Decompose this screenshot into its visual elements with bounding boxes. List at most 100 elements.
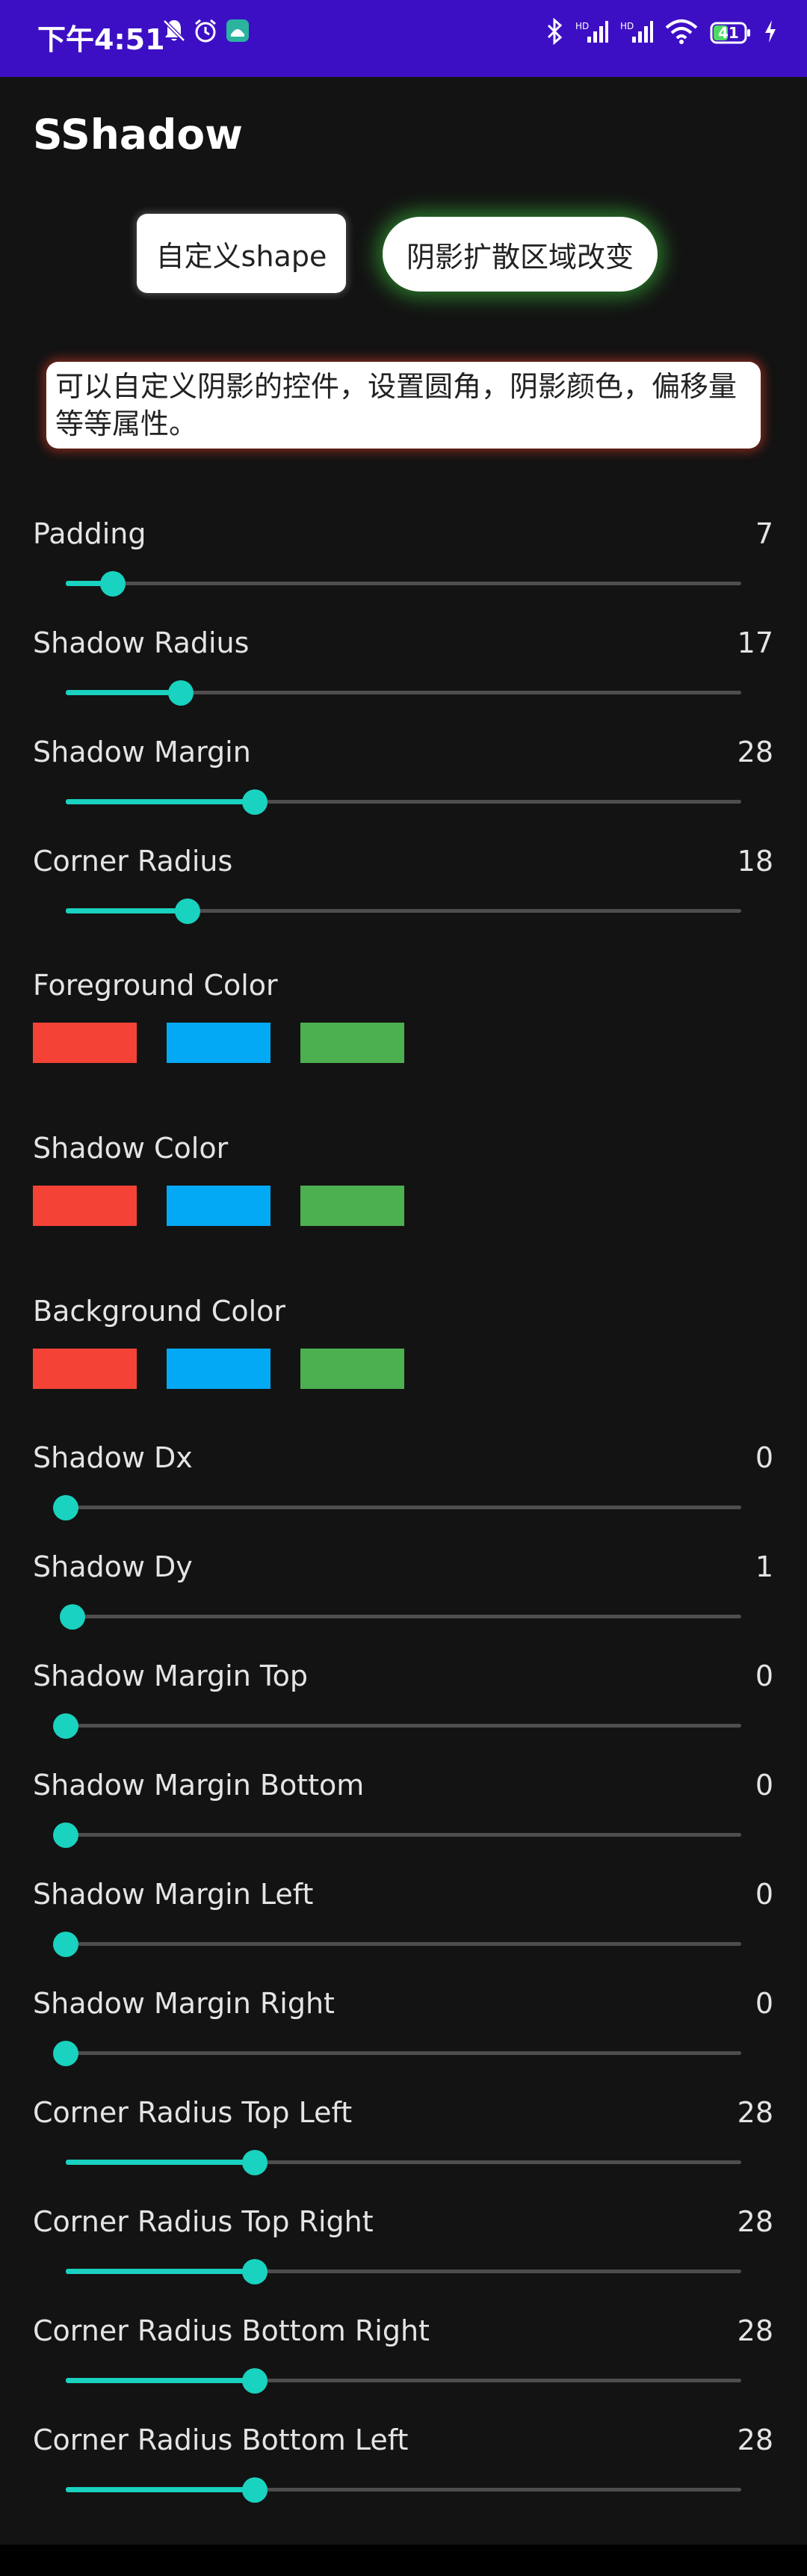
- signal-icon: HD: [575, 19, 608, 47]
- slider-fill: [66, 2487, 256, 2492]
- foreground-color-swatch-red[interactable]: [33, 1023, 137, 1063]
- shadow-color-swatch-blue[interactable]: [167, 1186, 270, 1226]
- shadow-margin-left-label: Shadow Margin Left: [33, 1878, 314, 1911]
- slider-thumb[interactable]: [53, 1713, 78, 1739]
- slider-fill: [66, 2378, 256, 2383]
- shadow-margin-bottom-value: 0: [755, 1769, 773, 1802]
- shadow-margin-right-value: 0: [755, 1987, 773, 2020]
- shadow-margin-bottom-label: Shadow Margin Bottom: [33, 1769, 365, 1802]
- slider-thumb[interactable]: [100, 571, 126, 597]
- slider-fill: [66, 690, 181, 695]
- slider-fill: [66, 2160, 256, 2165]
- battery-icon: 41: [710, 21, 752, 45]
- shadow-dx-value: 0: [755, 1441, 773, 1474]
- background-color-swatches: [33, 1349, 406, 1389]
- slider-thumb[interactable]: [242, 2477, 268, 2503]
- slider-thumb[interactable]: [60, 1604, 86, 1630]
- shadow-dy-value: 1: [755, 1550, 773, 1583]
- corner-radius-top-left-slider[interactable]: [66, 2147, 741, 2177]
- slider-fill: [66, 2269, 256, 2274]
- slider-thumb[interactable]: [53, 1932, 78, 1957]
- foreground-color-swatch-blue[interactable]: [167, 1023, 270, 1063]
- corner-radius-slider[interactable]: [66, 896, 741, 925]
- shadow-color-swatch-green[interactable]: [300, 1186, 404, 1226]
- slider-thumb[interactable]: [242, 2259, 268, 2284]
- shadow-margin-label: Shadow Margin: [33, 736, 251, 768]
- svg-text:HD: HD: [575, 21, 589, 31]
- shadow-margin-left-slider[interactable]: [53, 1929, 741, 1959]
- slider-thumb[interactable]: [174, 899, 200, 924]
- status-icons-left: [163, 18, 250, 46]
- background-color-swatch-blue[interactable]: [167, 1349, 270, 1389]
- slider-track[interactable]: [66, 1615, 741, 1618]
- shadow-dx-slider[interactable]: [53, 1492, 741, 1522]
- status-icons-right: HD HD 41: [545, 17, 777, 48]
- corner-radius-top-right-label: Corner Radius Top Right: [33, 2205, 374, 2238]
- status-time: 下午4:51: [37, 23, 165, 56]
- slider-track[interactable]: [66, 582, 741, 585]
- shadow-dy-slider[interactable]: [60, 1601, 741, 1631]
- battery-level: 41: [718, 24, 739, 42]
- app-notification-icon: [226, 19, 250, 46]
- corner-radius-top-right-value: 28: [737, 2205, 773, 2238]
- shadow-color-label: Shadow Color: [33, 1132, 229, 1165]
- custom-shape-button[interactable]: 自定义shape: [137, 214, 346, 293]
- corner-radius-bottom-right-label: Corner Radius Bottom Right: [33, 2314, 430, 2347]
- corner-radius-value: 18: [737, 845, 773, 878]
- shadow-margin-top-label: Shadow Margin Top: [33, 1660, 309, 1692]
- corner-radius-bottom-left-value: 28: [737, 2424, 773, 2456]
- slider-thumb[interactable]: [242, 789, 268, 815]
- slider-thumb[interactable]: [53, 1495, 78, 1520]
- slider-track[interactable]: [66, 1724, 741, 1728]
- shadow-color-swatches: [33, 1186, 406, 1226]
- corner-radius-bottom-left-label: Corner Radius Bottom Left: [33, 2424, 409, 2456]
- corner-radius-top-left-value: 28: [737, 2096, 773, 2129]
- slider-track[interactable]: [66, 1833, 741, 1837]
- corner-radius-top-right-slider[interactable]: [66, 2256, 741, 2286]
- mute-bell-icon: [163, 18, 185, 46]
- background-color-swatch-green[interactable]: [300, 1349, 404, 1389]
- shadow-demo-card: 可以自定义阴影的控件，设置圆角，阴影颜色，偏移量等等属性。: [46, 362, 761, 449]
- slider-fill: [66, 799, 256, 804]
- slider-track[interactable]: [66, 2051, 741, 2055]
- slider-thumb[interactable]: [53, 2041, 78, 2066]
- navigation-bar: [0, 2545, 807, 2576]
- slider-track[interactable]: [66, 1942, 741, 1946]
- shadow-margin-top-slider[interactable]: [53, 1710, 741, 1740]
- slider-track[interactable]: [66, 1506, 741, 1509]
- wifi-icon: [665, 19, 698, 47]
- slider-fill: [66, 908, 188, 913]
- shadow-radius-value: 17: [737, 626, 773, 659]
- corner-radius-bottom-right-value: 28: [737, 2314, 773, 2347]
- app-title: SShadow: [33, 111, 243, 158]
- shadow-spread-button[interactable]: 阴影扩散区域改变: [383, 217, 658, 292]
- shadow-margin-right-slider[interactable]: [53, 2038, 741, 2068]
- status-bar: 下午4:51 HD HD 41: [0, 0, 807, 77]
- corner-radius-bottom-left-slider[interactable]: [66, 2474, 741, 2504]
- shadow-radius-label: Shadow Radius: [33, 626, 250, 659]
- shadow-margin-slider[interactable]: [66, 786, 741, 816]
- shadow-dy-label: Shadow Dy: [33, 1550, 193, 1583]
- foreground-color-swatch-green[interactable]: [300, 1023, 404, 1063]
- background-color-swatch-red[interactable]: [33, 1349, 137, 1389]
- slider-thumb[interactable]: [242, 2150, 268, 2175]
- foreground-color-label: Foreground Color: [33, 969, 278, 1002]
- corner-radius-bottom-right-slider[interactable]: [66, 2365, 741, 2395]
- alarm-icon: [193, 18, 218, 46]
- slider-thumb[interactable]: [167, 680, 194, 706]
- shadow-color-swatch-red[interactable]: [33, 1186, 137, 1226]
- shadow-margin-left-value: 0: [755, 1878, 773, 1911]
- bluetooth-icon: [545, 17, 563, 48]
- padding-slider[interactable]: [66, 568, 741, 598]
- background-color-label: Background Color: [33, 1295, 285, 1328]
- charging-icon: [764, 19, 777, 46]
- slider-thumb[interactable]: [242, 2368, 268, 2394]
- shadow-radius-slider[interactable]: [66, 677, 741, 707]
- corner-radius-top-left-label: Corner Radius Top Left: [33, 2096, 353, 2129]
- svg-text:HD: HD: [620, 21, 634, 31]
- padding-value: 7: [755, 517, 773, 550]
- shadow-margin-bottom-slider[interactable]: [53, 1819, 741, 1849]
- signal-icon-2: HD: [620, 19, 653, 47]
- foreground-color-swatches: [33, 1023, 406, 1063]
- slider-thumb[interactable]: [53, 1822, 78, 1848]
